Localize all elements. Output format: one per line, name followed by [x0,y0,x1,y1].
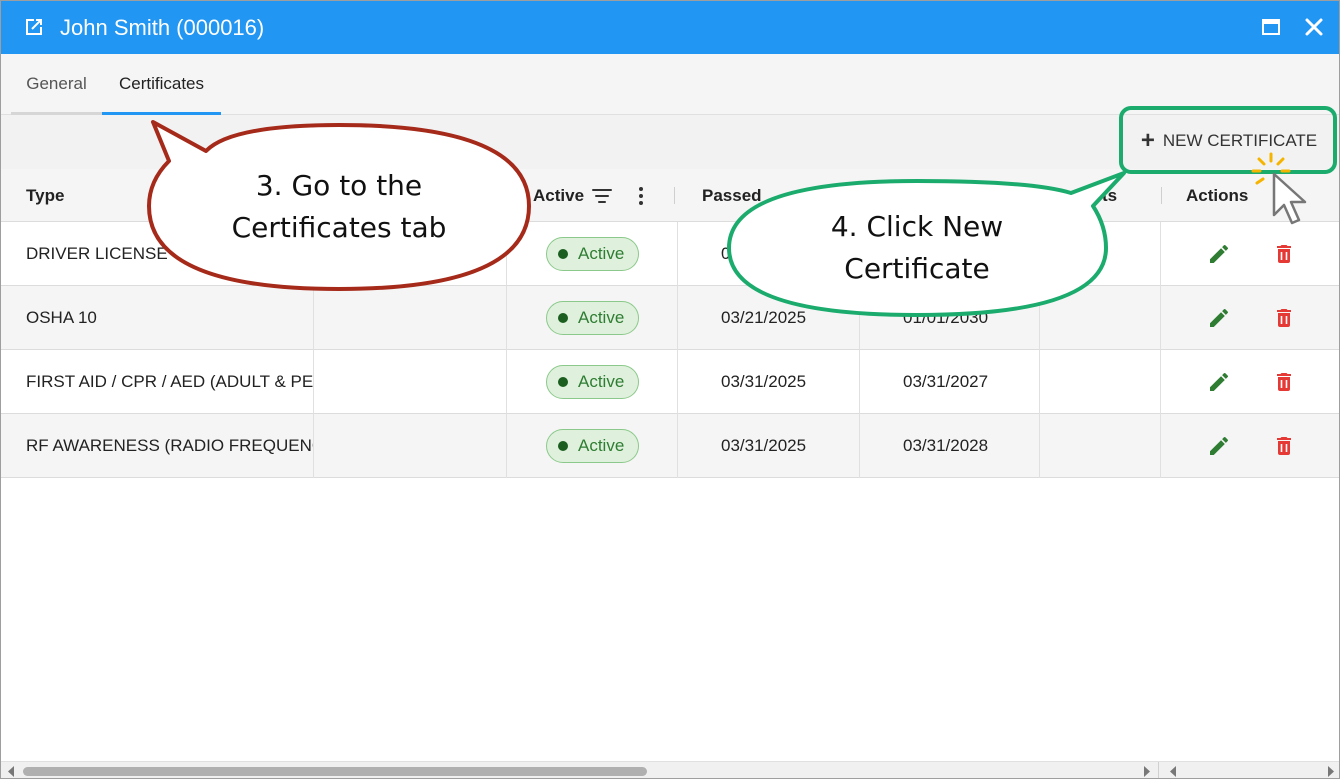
cell-passed: 03/31/2025 [721,436,807,455]
status-badge: Active [546,237,639,271]
delete-icon[interactable] [1272,242,1296,266]
cell-type: OSHA 10 [26,308,97,327]
scroll-right-icon[interactable] [1141,765,1153,778]
step4-callout-line2: Certificate [844,252,990,285]
column-header-comments[interactable]: ts [1102,169,1117,222]
step3-callout: 3. Go to the Certificates tab [171,165,507,249]
open-external-icon[interactable] [22,15,46,39]
step3-callout-line2: Certificates tab [231,211,447,244]
column-menu-icon[interactable] [631,185,651,207]
cell-type: RF AWARENESS (RADIO FREQUENCY) [26,436,313,455]
column-header-type[interactable]: Type [26,169,64,222]
status-badge: Active [546,301,639,335]
cell-passed: 03/21/2025 [721,308,807,327]
new-certificate-label: NEW CERTIFICATE [1162,131,1318,150]
scroll-left-icon[interactable] [1167,765,1179,778]
cell-type: FIRST AID / CPR / AED (ADULT & PEDIATRIC… [26,372,313,391]
cell-passed: 0 [721,244,731,263]
status-badge: Active [546,365,639,399]
maximize-icon[interactable] [1260,16,1282,38]
edit-icon[interactable] [1207,242,1231,266]
tab-certificates[interactable]: Certificates [102,54,221,115]
step4-callout: 4. Click New Certificate [749,206,1085,290]
delete-icon[interactable] [1272,370,1296,394]
edit-icon[interactable] [1207,370,1231,394]
certificate-window: John Smith (000016) General Certificates… [0,0,1340,779]
new-certificate-button[interactable]: + NEW CERTIFICATE [1123,111,1335,171]
close-icon[interactable] [1303,16,1325,38]
step3-callout-line1: 3. Go to the [255,169,423,202]
tab-bar: General Certificates [1,54,1339,115]
horizontal-scrollbar[interactable] [1,761,1339,778]
cell-expires: 01/01/2030 [903,308,989,327]
scroll-left-icon[interactable] [5,765,17,778]
edit-icon[interactable] [1207,306,1231,330]
step4-callout-line1: 4. Click New [830,210,1004,243]
scrollbar-thumb[interactable] [23,767,647,776]
column-header-active[interactable]: Active [533,169,584,222]
title-bar: John Smith (000016) [1,1,1339,54]
window-title: John Smith (000016) [60,15,265,40]
delete-icon[interactable] [1272,434,1296,458]
table-row[interactable]: FIRST AID / CPR / AED (ADULT & PEDIATRIC… [1,350,1339,414]
column-separator[interactable] [1161,187,1162,204]
column-header-actions: Actions [1186,186,1249,205]
plus-icon: + [1140,127,1155,154]
edit-icon[interactable] [1207,434,1231,458]
table-row[interactable]: RF AWARENESS (RADIO FREQUENCY) Active 03… [1,414,1339,478]
status-badge: Active [546,429,639,463]
table-row[interactable]: OSHA 10 Active 03/21/2025 01/01/2030 [1,286,1339,350]
column-separator[interactable] [674,187,675,204]
cell-expires: 03/31/2028 [903,436,989,455]
filter-icon[interactable] [591,186,613,206]
cell-passed: 03/31/2025 [721,372,807,391]
cell-expires: 03/31/2027 [903,372,989,391]
tab-general[interactable]: General [11,54,102,115]
delete-icon[interactable] [1272,306,1296,330]
scroll-right-icon[interactable] [1325,765,1337,778]
